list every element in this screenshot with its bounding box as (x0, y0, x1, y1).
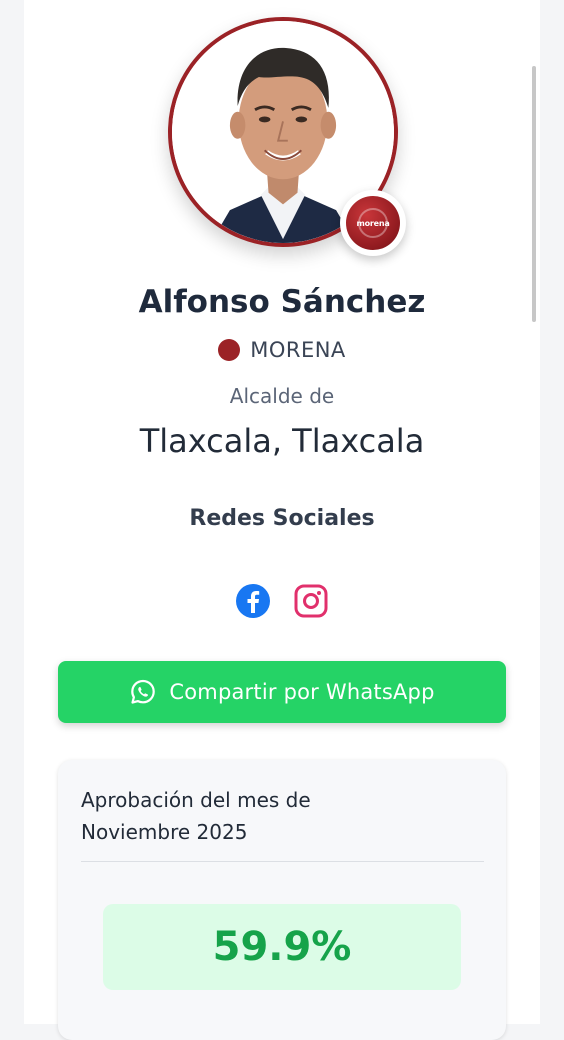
approval-value: 59.9% (212, 924, 352, 970)
party-logo-text: morena (356, 218, 390, 228)
location: Tlaxcala, Tlaxcala (139, 422, 425, 460)
social-links (0, 583, 564, 619)
instagram-icon[interactable] (293, 583, 329, 619)
party-logo: morena (346, 196, 400, 250)
role-label: Alcalde de (229, 384, 335, 408)
party-row: MORENA (0, 338, 564, 362)
facebook-icon[interactable] (235, 583, 271, 619)
party-color-dot (218, 339, 241, 361)
approval-value-box: 59.9% (103, 904, 461, 990)
party-logo-badge: morena (340, 190, 406, 256)
approval-divider (81, 861, 484, 862)
share-whatsapp-label: Compartir por WhatsApp (169, 680, 435, 704)
approval-title-line2: Noviembre 2025 (81, 820, 248, 844)
social-section-title: Redes Sociales (189, 506, 375, 531)
party-name: MORENA (250, 338, 346, 362)
share-whatsapp-button[interactable]: Compartir por WhatsApp (58, 661, 506, 723)
approval-title: Aprobación del mes de Noviembre 2025 (81, 784, 381, 848)
approval-card: Aprobación del mes de Noviembre 2025 59.… (58, 760, 506, 1040)
approval-title-line1: Aprobación del mes de (81, 788, 311, 812)
whatsapp-icon (131, 679, 156, 704)
politician-name: Alfonso Sánchez (138, 284, 426, 320)
